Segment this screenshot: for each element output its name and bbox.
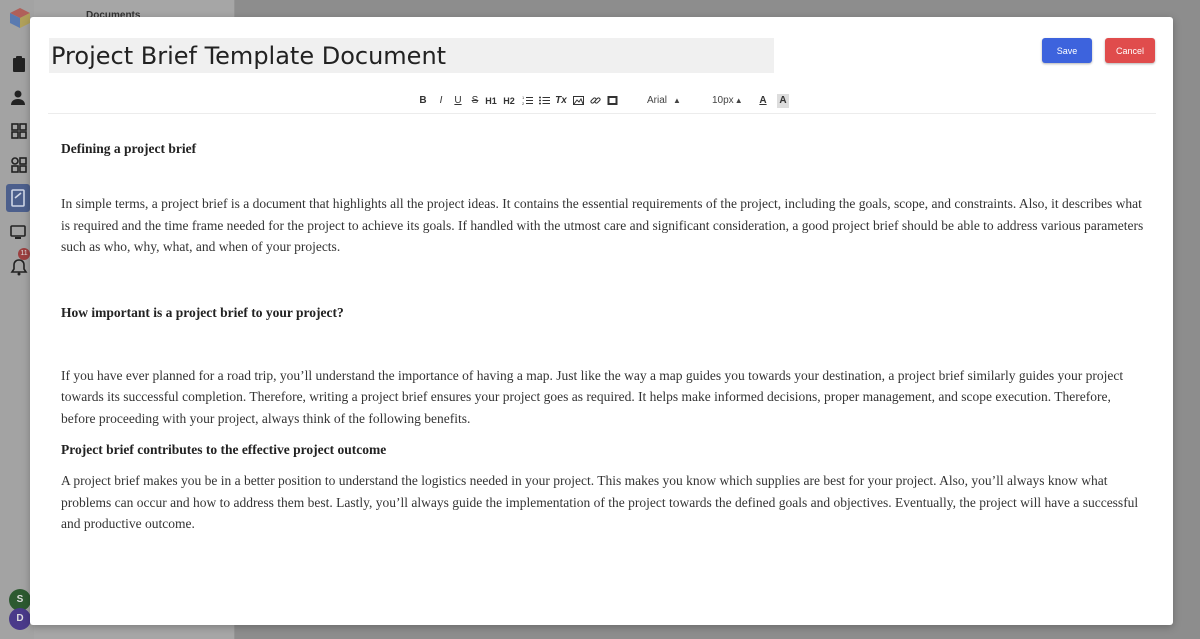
ordered-list-icon[interactable]: 12 — [521, 94, 533, 108]
font-family-select[interactable]: Arial ▲︎ — [647, 94, 681, 108]
image-icon[interactable] — [572, 94, 584, 108]
section-paragraph: In simple terms, a project brief is a do… — [61, 196, 1144, 254]
grid-icon[interactable] — [10, 122, 28, 140]
app-logo-icon — [8, 6, 32, 30]
font-size-value: 10px — [712, 95, 734, 106]
font-size-caret-icon: ▲︎ — [734, 96, 743, 105]
user-icon[interactable] — [10, 89, 28, 107]
strikethrough-button[interactable]: S — [469, 94, 481, 108]
font-family-value: Arial — [647, 95, 668, 106]
cancel-button[interactable]: Cancel — [1105, 38, 1155, 63]
link-icon[interactable] — [589, 94, 601, 108]
section-heading: How important is a project brief to your… — [61, 304, 344, 320]
font-size-select[interactable]: 10px▲︎ — [712, 94, 743, 108]
bullet-list-icon[interactable] — [538, 94, 550, 108]
save-button[interactable]: Save — [1042, 38, 1092, 63]
highlight-color-icon[interactable]: A — [777, 94, 789, 108]
italic-button[interactable]: I — [435, 94, 447, 108]
document-editor-modal: Save Cancel B I U S H1 H2 12 Tx Arial▲︎ … — [30, 17, 1173, 625]
avatar-d[interactable]: D — [9, 608, 31, 630]
section-paragraph: If you have ever planned for a road trip… — [61, 367, 1124, 426]
clipboard-icon[interactable] — [10, 55, 28, 73]
monitor-icon[interactable] — [10, 223, 28, 241]
app-sidebar: 11 S D — [0, 0, 34, 639]
section-paragraph: A project brief makes you be in a better… — [61, 473, 1139, 531]
heading1-button[interactable]: H1 — [485, 94, 497, 108]
editor-toolbar: B I U S H1 H2 12 Tx Arial ▲︎ 10px▲︎ A A — [48, 89, 1156, 114]
documents-nav-active[interactable] — [6, 184, 30, 212]
svg-text:1: 1 — [522, 95, 525, 100]
svg-text:2: 2 — [522, 101, 525, 106]
clear-format-button[interactable]: Tx — [555, 94, 567, 108]
notification-badge: 11 — [18, 248, 30, 260]
bold-button[interactable]: B — [417, 94, 429, 108]
video-icon[interactable] — [606, 94, 618, 108]
font-family-caret-icon: ▲︎ — [673, 96, 681, 105]
apps-icon[interactable] — [10, 156, 28, 174]
document-title-input[interactable] — [49, 38, 774, 73]
section-heading: Project brief contributes to the effecti… — [61, 442, 387, 457]
section-heading: Defining a project brief — [61, 141, 197, 156]
bell-icon[interactable] — [10, 258, 28, 276]
underline-button[interactable]: U — [452, 94, 464, 108]
font-color-icon[interactable]: A — [757, 94, 769, 108]
heading2-button[interactable]: H2 — [503, 94, 515, 108]
document-body[interactable]: Defining a project brief In simple terms… — [61, 133, 1146, 535]
